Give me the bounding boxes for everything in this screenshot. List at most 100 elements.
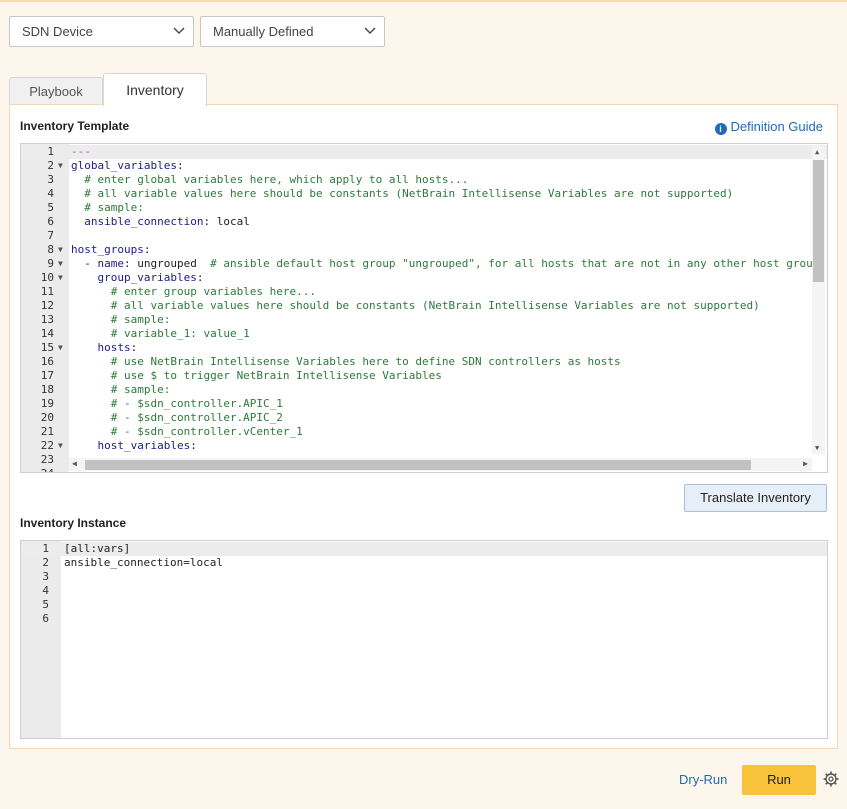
tab-playbook-label: Playbook xyxy=(29,84,83,99)
dry-run-button[interactable]: Dry-Run xyxy=(679,772,727,787)
code-text: ansible_connection: local xyxy=(71,215,250,228)
code-text: # - $sdn_controller.APIC_2 xyxy=(71,411,283,424)
code-line: 15 ▼ hosts: xyxy=(21,341,827,355)
vertical-scroll-thumb[interactable] xyxy=(813,160,824,282)
code-text: # - $sdn_controller.APIC_1 xyxy=(71,397,283,410)
line-number: 24 xyxy=(21,467,54,472)
line-number: 15 xyxy=(40,341,54,354)
line-number: 14 xyxy=(40,327,54,340)
code-text: ansible_connection=local xyxy=(64,556,223,569)
code-text: - name: ungrouped # ansible default host… xyxy=(71,257,820,270)
code-line: 9 ▼ - name: ungrouped # ansible default h… xyxy=(21,257,827,271)
line-number: 18 xyxy=(40,383,54,396)
definition-mode-value: Manually Defined xyxy=(213,24,314,39)
line-number: 13 xyxy=(40,313,54,326)
code-line: 6 xyxy=(21,612,827,626)
line-number: 16 xyxy=(40,355,54,368)
scroll-left-icon[interactable]: ◀ xyxy=(72,459,77,468)
code-line: 18 # sample: xyxy=(21,383,827,397)
line-number: 2 xyxy=(47,159,54,172)
code-text: # enter global variables here, which app… xyxy=(71,173,469,186)
fold-toggle-icon[interactable]: ▼ xyxy=(58,341,63,355)
code-text: # sample: xyxy=(71,201,144,214)
line-number: 3 xyxy=(42,570,49,583)
line-number: 4 xyxy=(47,187,54,200)
scroll-up-icon[interactable]: ▲ xyxy=(815,148,819,156)
inventory-instance-title: Inventory Instance xyxy=(20,516,127,530)
code-line: 13 # sample: xyxy=(21,313,827,327)
line-number: 3 xyxy=(47,173,54,186)
line-number: 9 xyxy=(47,257,54,270)
fold-toggle-icon[interactable]: ▼ xyxy=(58,159,63,173)
tab-inventory[interactable]: Inventory xyxy=(103,73,207,106)
line-number: 2 xyxy=(42,556,49,569)
code-line: 17 # use $ to trigger NetBrain Intellise… xyxy=(21,369,827,383)
code-text: # all variable values here should be con… xyxy=(71,187,734,200)
code-line: 2 ▼ global_variables: xyxy=(21,159,827,173)
inventory-template-title: Inventory Template xyxy=(20,119,130,133)
code-line: 3 # enter global variables here, which a… xyxy=(21,173,827,187)
device-type-value: SDN Device xyxy=(22,24,93,39)
line-number: 4 xyxy=(42,584,49,597)
top-divider xyxy=(0,0,847,2)
horizontal-scroll-thumb[interactable] xyxy=(85,460,751,470)
horizontal-scrollbar[interactable]: ◀ ▶ xyxy=(69,458,812,471)
scroll-right-icon[interactable]: ▶ xyxy=(803,459,808,468)
definition-guide-link[interactable]: i Definition Guide xyxy=(714,119,824,135)
fold-toggle-icon[interactable]: ▼ xyxy=(58,439,63,453)
code-line: 20 # - $sdn_controller.APIC_2 xyxy=(21,411,827,425)
inventory-instance-editor[interactable]: 1 [all:vars] 2 ansible_connection=local 3 4 5 6 xyxy=(20,540,828,739)
gear-icon[interactable] xyxy=(823,771,839,787)
code-text: # sample: xyxy=(71,313,171,326)
definition-guide-label: Definition Guide xyxy=(730,119,824,134)
tab-inventory-label: Inventory xyxy=(126,82,184,98)
code-line: 3 xyxy=(21,570,827,584)
line-number: 8 xyxy=(47,243,54,256)
code-line: 7 xyxy=(21,229,827,243)
code-line: 6 ansible_connection: local xyxy=(21,215,827,229)
fold-toggle-icon[interactable]: ▼ xyxy=(58,257,63,271)
active-line-highlight xyxy=(21,542,827,556)
line-number: 6 xyxy=(47,215,54,228)
code-line: 16 # use NetBrain Intellisense Variables… xyxy=(21,355,827,369)
code-text: # use $ to trigger NetBrain Intellisense… xyxy=(71,369,442,382)
line-number: 5 xyxy=(42,598,49,611)
line-number: 12 xyxy=(40,299,54,312)
fold-toggle-icon[interactable]: ▼ xyxy=(58,243,63,257)
definition-mode-select[interactable]: Manually Defined xyxy=(200,16,385,47)
code-line: 5 xyxy=(21,598,827,612)
code-line: 5 # sample: xyxy=(21,201,827,215)
scroll-down-icon[interactable]: ▼ xyxy=(815,444,819,452)
fold-toggle-icon[interactable]: ▼ xyxy=(58,271,63,285)
code-line: 2 ansible_connection=local xyxy=(21,556,827,570)
run-button[interactable]: Run xyxy=(742,765,816,795)
vertical-scrollbar[interactable]: ▲ ▼ xyxy=(812,146,825,454)
tab-playbook[interactable]: Playbook xyxy=(9,77,103,107)
code-text: --- xyxy=(71,145,91,158)
chevron-down-icon xyxy=(173,27,185,34)
line-number: 10 xyxy=(40,271,54,284)
code-text: # all variable values here should be con… xyxy=(71,299,760,312)
line-number: 6 xyxy=(42,612,49,625)
code-line: 12 # all variable values here should be … xyxy=(21,299,827,313)
code-text: # - $sdn_controller.vCenter_1 xyxy=(71,425,303,438)
chevron-down-icon xyxy=(364,27,376,34)
translate-inventory-button[interactable]: Translate Inventory xyxy=(684,484,827,512)
code-text: # use NetBrain Intellisense Variables he… xyxy=(71,355,621,368)
active-line-highlight xyxy=(21,145,827,159)
code-text: # variable_1: value_1 xyxy=(71,327,250,340)
code-text: host_variables: xyxy=(71,439,197,452)
line-number: 7 xyxy=(47,229,54,242)
code-text: global_variables: xyxy=(71,159,184,172)
code-line: 8 ▼ host_groups: xyxy=(21,243,827,257)
info-icon: i xyxy=(714,123,727,135)
line-number: 22 xyxy=(40,439,54,452)
code-text: host_groups: xyxy=(71,243,151,256)
code-line: 1 [all:vars] xyxy=(21,542,827,556)
device-type-select[interactable]: SDN Device xyxy=(9,16,194,47)
line-number: 17 xyxy=(40,369,54,382)
line-number: 11 xyxy=(40,285,54,298)
line-number: 23 xyxy=(40,453,54,466)
code-line: 1 --- xyxy=(21,145,827,159)
inventory-template-editor[interactable]: 1 --- 2 ▼ global_variables: 3 # enter global … xyxy=(20,143,828,473)
